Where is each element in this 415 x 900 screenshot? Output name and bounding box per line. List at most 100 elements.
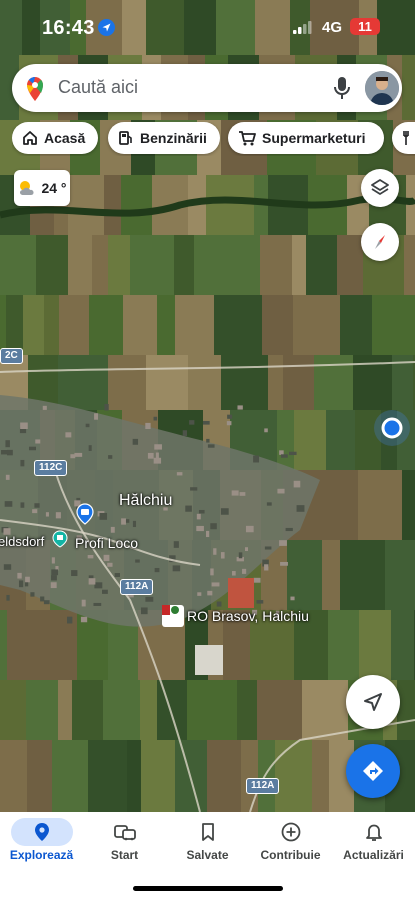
building	[242, 568, 247, 574]
building	[5, 474, 10, 480]
layers-button[interactable]	[361, 169, 399, 207]
building	[227, 414, 233, 419]
field-parcel	[44, 295, 59, 355]
chip-home[interactable]: Acasă	[12, 122, 98, 154]
field-parcel	[92, 235, 108, 295]
business-label[interactable]: RO Brasov, Halchiu	[187, 608, 309, 624]
location-arrow-icon	[98, 19, 115, 36]
landmark-pin-icon[interactable]	[52, 530, 68, 548]
directions-button[interactable]	[346, 744, 400, 798]
road-shield-2c: 2C	[0, 348, 23, 364]
restaurant-icon	[403, 131, 409, 145]
chip-restaurants[interactable]	[392, 122, 415, 154]
building	[293, 480, 301, 488]
field-parcel	[6, 295, 23, 355]
tab-updates[interactable]: Actualizări	[332, 812, 415, 872]
field-parcel	[175, 295, 214, 355]
field-parcel	[194, 235, 231, 295]
building	[220, 508, 229, 515]
tab-saved[interactable]: Salvate	[166, 812, 249, 872]
tab-contribute[interactable]: Contribuie	[249, 812, 332, 872]
town-label-partial[interactable]: eldsdorf	[0, 534, 44, 549]
field-parcel	[146, 355, 188, 410]
road-shield-112c: 112C	[34, 460, 68, 476]
building	[121, 518, 126, 525]
field-parcel	[391, 610, 414, 680]
business-logo-icon[interactable]	[162, 605, 184, 627]
compass-button[interactable]	[361, 223, 399, 261]
field-parcel	[340, 540, 385, 610]
field-parcel	[72, 680, 103, 740]
building	[172, 565, 181, 572]
building	[35, 439, 41, 444]
building	[205, 530, 210, 538]
building	[51, 557, 55, 564]
town-label[interactable]: Hălchiu	[119, 492, 172, 510]
building	[20, 459, 25, 467]
chip-supermarkets[interactable]: Supermarketuri	[228, 122, 384, 154]
building	[238, 552, 243, 559]
field-parcel	[397, 680, 415, 740]
building	[239, 492, 246, 496]
building	[55, 512, 61, 519]
building	[210, 568, 214, 576]
field-parcel	[359, 610, 391, 680]
building	[20, 422, 28, 430]
building	[145, 422, 151, 430]
search-input[interactable]: Caută aici	[58, 77, 138, 98]
building	[114, 573, 120, 577]
field-parcel	[23, 295, 44, 355]
tab-explore-label: Explorează	[9, 848, 74, 862]
field-parcel	[406, 175, 415, 235]
building	[196, 525, 204, 532]
search-bar[interactable]: Caută aici	[12, 64, 402, 112]
commute-icon	[94, 818, 156, 846]
chip-gas-stations[interactable]: Benzinării	[108, 122, 220, 154]
field-parcel	[241, 740, 258, 812]
field-parcel	[157, 680, 187, 740]
building	[71, 570, 78, 577]
field-parcel	[0, 610, 7, 680]
field-parcel	[231, 235, 260, 295]
store-label[interactable]: Profi Loco	[75, 535, 138, 551]
field-parcel	[237, 680, 257, 740]
microphone-icon[interactable]	[334, 76, 350, 105]
my-location-button[interactable]	[346, 675, 400, 729]
weather-badge[interactable]: 24 °	[14, 170, 70, 206]
building	[279, 540, 287, 546]
field-parcel	[104, 175, 121, 235]
building	[28, 446, 36, 451]
building	[296, 505, 305, 512]
status-bar: 16:43 4G 11	[0, 0, 415, 56]
building	[264, 428, 268, 433]
tab-start[interactable]: Start	[83, 812, 166, 872]
field-parcel	[188, 355, 221, 410]
partly-cloudy-icon	[20, 181, 35, 195]
building	[93, 602, 102, 606]
layers-icon	[371, 179, 389, 195]
farm-sheds	[195, 645, 223, 675]
field-parcel	[52, 740, 88, 812]
building	[5, 440, 10, 448]
store-pin-icon[interactable]	[76, 503, 94, 525]
building	[190, 487, 198, 491]
field-parcel	[89, 295, 123, 355]
building	[189, 420, 195, 425]
building	[154, 444, 162, 450]
avatar[interactable]	[365, 71, 399, 105]
current-location-icon[interactable]	[372, 408, 412, 448]
field-parcel	[337, 235, 363, 295]
building	[43, 600, 50, 605]
field-parcel	[0, 740, 27, 812]
tab-explore[interactable]: Explorează	[0, 812, 83, 872]
building	[40, 596, 45, 602]
field-parcel	[68, 235, 92, 295]
field-parcel	[108, 235, 130, 295]
field-parcel	[0, 680, 26, 740]
field-parcel	[58, 680, 72, 740]
building	[85, 423, 90, 428]
field-parcel	[26, 680, 58, 740]
building	[32, 509, 38, 514]
building	[280, 561, 288, 566]
building	[264, 564, 269, 571]
